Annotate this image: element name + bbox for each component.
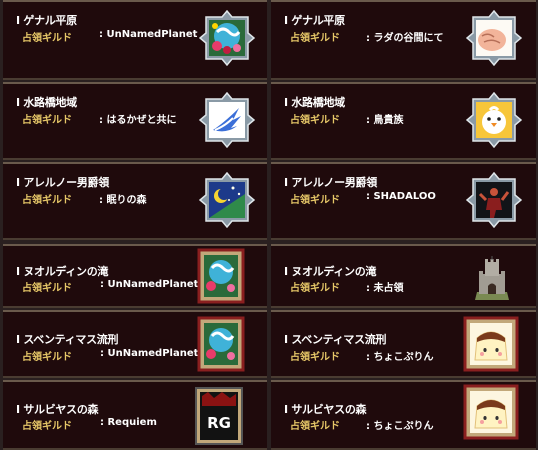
guild-name: : ラダの谷間にて	[366, 33, 444, 44]
territory-card-arellno-left[interactable]: I アレルノー男爵領 占領ギルド : 眠りの森	[3, 162, 267, 240]
guild-label: 占領ギルド	[290, 195, 340, 206]
guild-name: : ちょこぷりん	[366, 421, 434, 432]
guild-label: 占領ギルド	[290, 33, 340, 44]
territory-card-salbiyas-left[interactable]: I サルビヤスの森 占領ギルド : Requiem RG	[3, 380, 267, 450]
guild-label: 占領ギルド	[22, 195, 72, 206]
guild-name: : Requiem	[100, 417, 157, 428]
territory-card-sventimas-right[interactable]: I スベンティマス流刑 占領ギルド : ちょこぷりん	[271, 310, 536, 378]
planet-flower-emblem-icon	[197, 316, 245, 372]
guild-name: : はるかぜと共に	[99, 115, 177, 126]
region-name: I 水路橋地域	[16, 96, 77, 109]
region-name: I ヌオルディンの滝	[16, 265, 109, 278]
guild-name: : 未占領	[366, 283, 404, 294]
territory-card-aqueduct-right[interactable]: I 水路橋地域 占領ギルド : 鳥貴族	[271, 82, 536, 160]
guild-label: 占領ギルド	[290, 283, 340, 294]
guild-name: : SHADALOO	[366, 191, 436, 202]
chick-emblem-icon	[466, 92, 522, 148]
guild-name: : ちょこぷりん	[366, 352, 434, 363]
territory-card-genal-left[interactable]: I ゲナル平原 占領ギルド : UnNamedPlanet	[3, 0, 267, 80]
region-name: I ゲナル平原	[284, 14, 345, 27]
region-name: I ゲナル平原	[16, 14, 77, 27]
planet-flower-emblem-icon	[197, 248, 245, 304]
rg-logo-emblem-icon: RG	[194, 386, 244, 446]
wing-emblem-icon	[199, 92, 255, 148]
territory-card-salbiyas-right[interactable]: I サルビヤスの森 占領ギルド : ちょこぷりん	[271, 380, 536, 450]
territory-card-nuordin-left[interactable]: I ヌオルディンの滝 占領ギルド : UnNamedPlanet	[3, 244, 267, 308]
fist-emblem-icon	[466, 10, 522, 66]
svg-text:RG: RG	[207, 414, 231, 432]
guild-label: 占領ギルド	[290, 421, 340, 432]
region-name: I 水路橋地域	[284, 96, 345, 109]
guild-label: 占領ギルド	[290, 115, 340, 126]
region-name: I ヌオルディンの滝	[284, 265, 377, 278]
guild-name: : 眠りの森	[99, 195, 147, 206]
territory-card-aqueduct-left[interactable]: I 水路橋地域 占領ギルド : はるかぜと共に	[3, 82, 267, 160]
guild-label: 占領ギルド	[290, 352, 340, 363]
planet-flower-emblem-icon	[199, 10, 255, 66]
guild-label: 占領ギルド	[22, 421, 72, 432]
moon-stars-emblem-icon	[199, 172, 255, 228]
guild-label: 占領ギルド	[22, 283, 72, 294]
territory-card-nuordin-right[interactable]: I ヌオルディンの滝 占領ギルド : 未占領	[271, 244, 536, 308]
pudding-emblem-icon	[463, 316, 519, 372]
region-name: I スベンティマス流刑	[16, 333, 119, 346]
fighter-emblem-icon	[466, 172, 522, 228]
guild-name: : UnNamedPlanet	[100, 348, 199, 359]
region-name: I サルビヤスの森	[16, 403, 99, 416]
region-name: I アレルノー男爵領	[284, 176, 377, 189]
region-name: I アレルノー男爵領	[16, 176, 109, 189]
guild-name: : UnNamedPlanet	[100, 279, 199, 290]
guild-name: : 鳥貴族	[366, 115, 404, 126]
territory-card-genal-right[interactable]: I ゲナル平原 占領ギルド : ラダの谷間にて	[271, 0, 536, 80]
territory-card-sventimas-left[interactable]: I スベンティマス流刑 占領ギルド : UnNamedPlanet	[3, 310, 267, 378]
guild-label: 占領ギルド	[22, 33, 72, 44]
guild-name: : UnNamedPlanet	[99, 29, 198, 40]
pudding-emblem-icon	[463, 384, 519, 440]
region-name: I スベンティマス流刑	[284, 333, 387, 346]
guild-label: 占領ギルド	[22, 115, 72, 126]
territory-card-arellno-right[interactable]: I アレルノー男爵領 占領ギルド : SHADALOO	[271, 162, 536, 240]
region-name: I サルビヤスの森	[284, 403, 367, 416]
castle-tower-icon	[469, 256, 515, 302]
guild-label: 占領ギルド	[22, 352, 72, 363]
